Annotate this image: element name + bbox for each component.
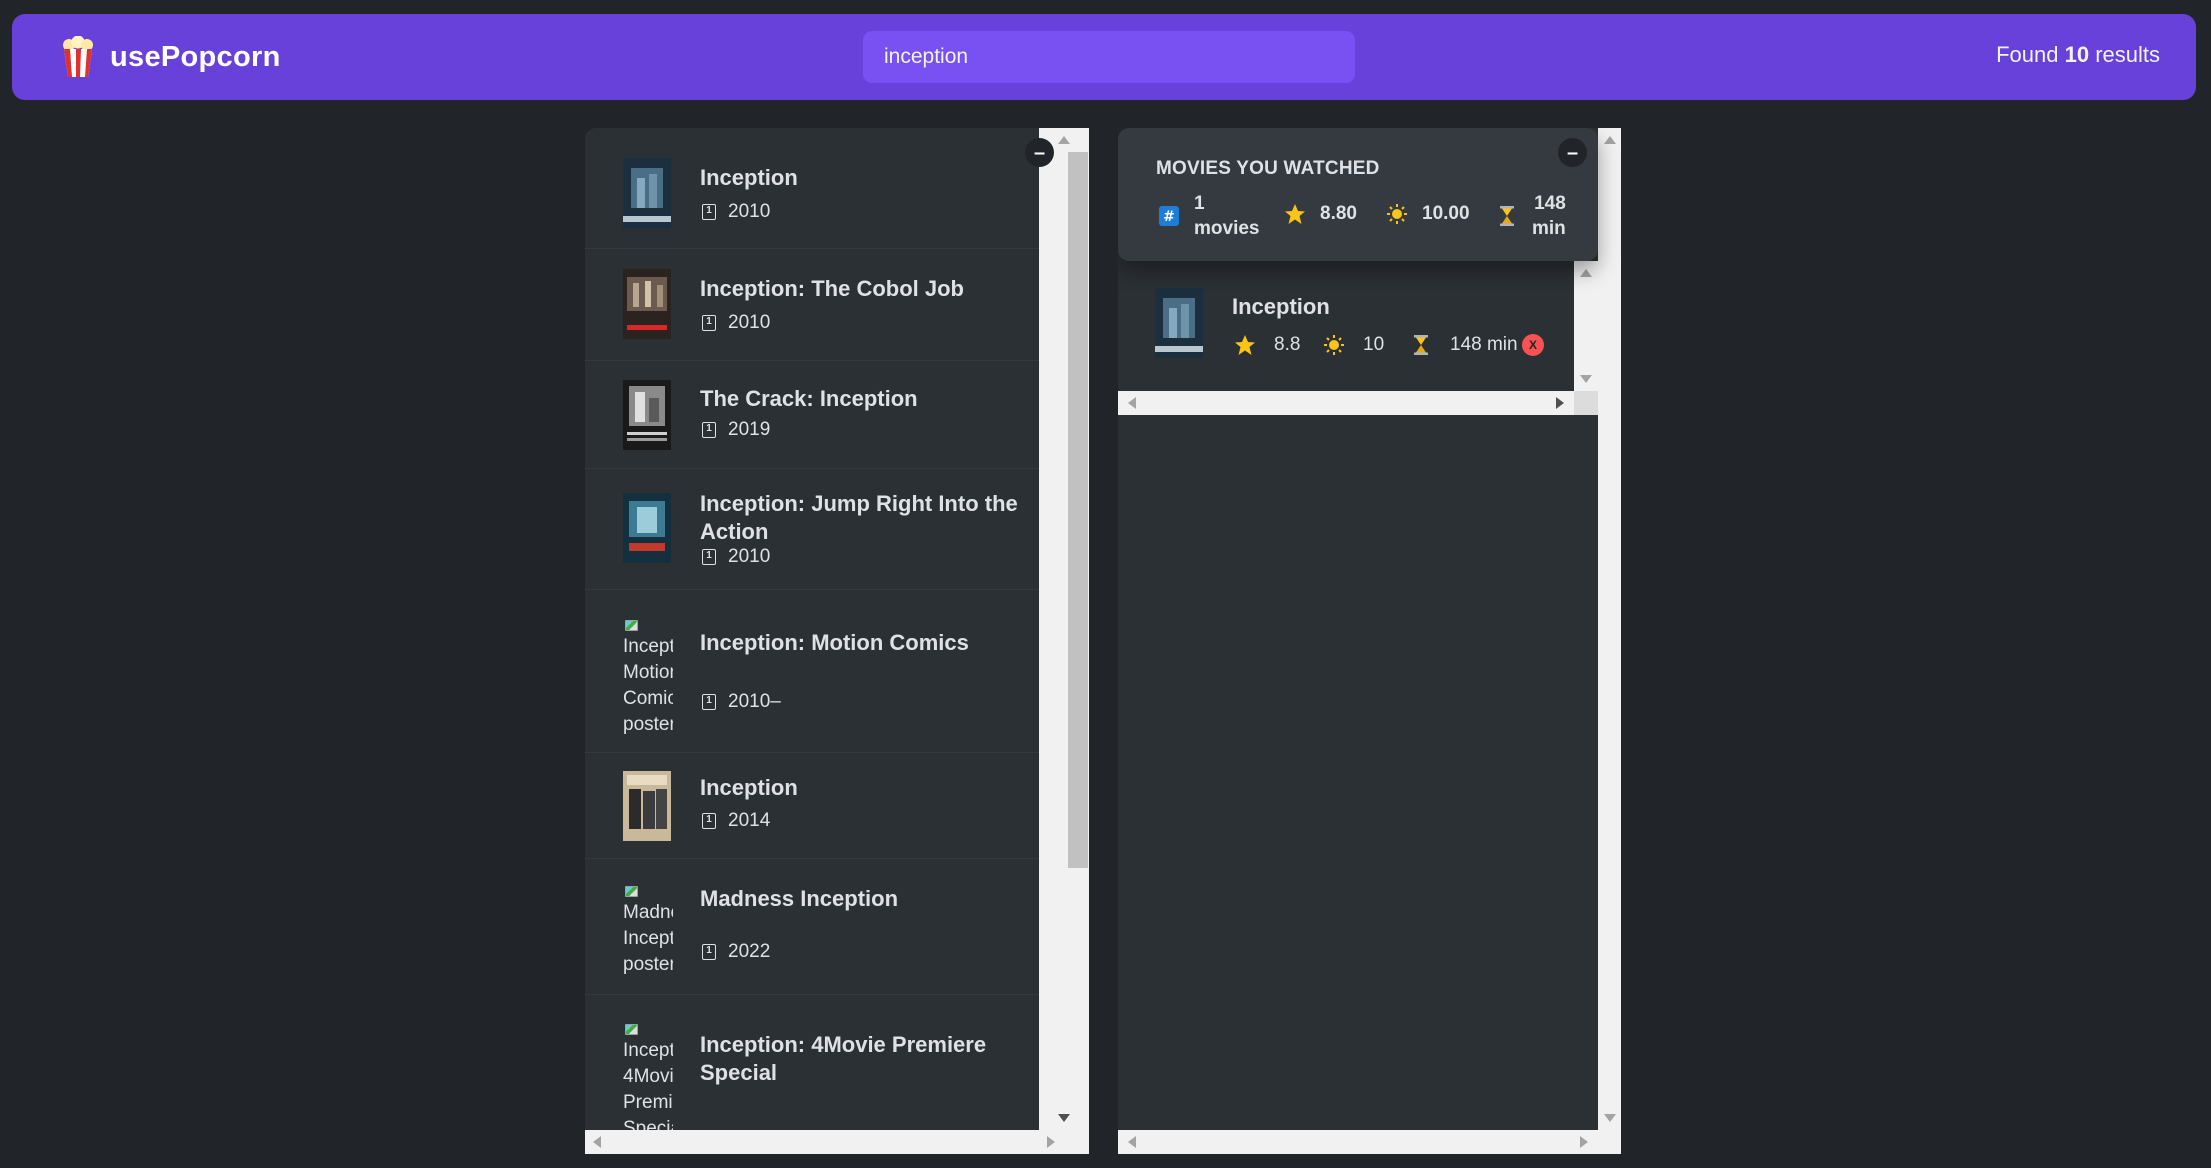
- stat-num-movies: # 1 movies: [1158, 191, 1259, 241]
- calendar-icon: 1: [702, 813, 716, 829]
- watched-box: MOVIES YOU WATCHED # 1 movies 8.80 10.00 …: [1118, 128, 1621, 1154]
- scroll-right-arrow-icon[interactable]: [1556, 397, 1564, 409]
- movie-poster: [623, 493, 671, 563]
- movie-title: Inception: [1232, 294, 1330, 319]
- movie-year: 1 2010–: [702, 691, 781, 713]
- movie-year: 1 2010: [702, 312, 770, 334]
- scroll-down-arrow-icon[interactable]: [1604, 1114, 1616, 1122]
- movie-title: The Crack: Inception: [700, 386, 918, 411]
- calendar-icon: 1: [702, 944, 716, 960]
- sun-icon: [1324, 335, 1344, 355]
- scrollbar-corner: [1598, 1130, 1621, 1154]
- movie-poster: [623, 771, 671, 841]
- vertical-scrollbar[interactable]: [1598, 128, 1621, 1130]
- toggle-button[interactable]: –: [1025, 138, 1054, 167]
- list-item[interactable]: Inception 1 2010: [585, 128, 1039, 249]
- watched-user-rating: 10: [1323, 334, 1384, 356]
- logo: usePopcorn: [60, 36, 281, 78]
- broken-poster: Inception: Motion Comics poster: [623, 608, 673, 738]
- poster-image: [623, 158, 671, 228]
- movie-year: 1 2010: [702, 546, 770, 568]
- scroll-up-arrow-icon[interactable]: [1604, 136, 1616, 144]
- list-item[interactable]: The Crack: Inception 1 2019: [585, 361, 1039, 469]
- broken-image-icon: [625, 1024, 638, 1035]
- watched-list-horizontal-scrollbar[interactable]: [1118, 391, 1574, 415]
- list-item[interactable]: Inception: Motion Comics poster Inceptio…: [585, 590, 1039, 753]
- results-count: Found 10 results: [1996, 42, 2160, 67]
- movie-poster: [623, 158, 671, 228]
- movie-list: Inception 1 2010 Inception: The Cobol Job…: [585, 128, 1039, 1154]
- star-icon: [1285, 204, 1305, 224]
- movie-year: 1 2019: [702, 419, 770, 441]
- broken-image-icon: [625, 886, 638, 897]
- poster-image: [623, 269, 671, 339]
- hash-icon: #: [1159, 206, 1179, 226]
- app-title: usePopcorn: [110, 40, 281, 73]
- watched-runtime: 148 min: [1410, 334, 1518, 356]
- svg-text:#: #: [1163, 209, 1175, 225]
- movie-year: 1 2014: [702, 810, 770, 832]
- poster-image: [623, 771, 671, 841]
- movie-poster: [623, 269, 671, 339]
- watched-summary: MOVIES YOU WATCHED # 1 movies 8.80 10.00 …: [1118, 128, 1598, 261]
- stat-avg-runtime: 148 min: [1496, 191, 1566, 241]
- popcorn-icon: [63, 36, 93, 77]
- list-item[interactable]: Madness Inception poster Madness Incepti…: [585, 859, 1039, 995]
- scroll-left-arrow-icon[interactable]: [1128, 397, 1136, 409]
- movie-title: Inception: [700, 775, 798, 800]
- scroll-left-arrow-icon[interactable]: [1128, 1136, 1136, 1148]
- movie-title: Inception: Jump Right Into the Action: [700, 491, 1018, 544]
- stat-avg-imdb: 8.80: [1284, 203, 1357, 225]
- star-icon: [1235, 335, 1255, 355]
- watched-list-vertical-scrollbar[interactable]: [1574, 261, 1598, 391]
- movie-title: Inception: Motion Comics: [700, 630, 969, 655]
- broken-image-icon: [625, 620, 638, 631]
- calendar-icon: 1: [702, 694, 716, 710]
- poster-image: [1155, 288, 1203, 358]
- list-item[interactable]: Inception: Jump Right Into the Action 12…: [585, 469, 1039, 590]
- movie-year: 1 2010: [702, 201, 770, 223]
- search-results-box: Inception 1 2010 Inception: The Cobol Job…: [585, 128, 1089, 1154]
- hourglass-icon: [1414, 335, 1428, 355]
- summary-title: MOVIES YOU WATCHED: [1156, 158, 1380, 179]
- navbar: usePopcorn Found 10 results: [12, 14, 2196, 100]
- list-item[interactable]: Inception: The Cobol Job 1 2010: [585, 249, 1039, 361]
- scroll-up-arrow-icon[interactable]: [1580, 269, 1592, 277]
- calendar-icon: 1: [702, 315, 716, 331]
- scroll-down-arrow-icon[interactable]: [1580, 375, 1592, 383]
- scroll-down-arrow-icon[interactable]: [1058, 1114, 1070, 1122]
- movie-title: Inception: The Cobol Job: [700, 276, 964, 301]
- scrollbar-thumb[interactable]: [1068, 152, 1088, 868]
- scroll-right-arrow-icon[interactable]: [1580, 1136, 1588, 1148]
- movie-title: Inception: [700, 165, 798, 190]
- movie-poster: [1155, 288, 1203, 358]
- scrollbar-corner: [1574, 391, 1598, 415]
- watched-list-item[interactable]: Inception 8.8 10 148 min X: [1118, 261, 1574, 391]
- calendar-icon: 1: [702, 422, 716, 438]
- scroll-right-arrow-icon[interactable]: [1047, 1136, 1055, 1148]
- poster-image: [623, 493, 671, 563]
- list-item[interactable]: Inception 1 2014: [585, 753, 1039, 859]
- scroll-left-arrow-icon[interactable]: [593, 1136, 601, 1148]
- horizontal-scrollbar[interactable]: [1118, 1130, 1598, 1154]
- toggle-button[interactable]: –: [1558, 138, 1587, 167]
- horizontal-scrollbar[interactable]: [585, 1130, 1089, 1154]
- vertical-scrollbar[interactable]: [1039, 128, 1089, 1130]
- calendar-icon: 1: [702, 204, 716, 220]
- movie-year: 1 2022: [702, 941, 770, 963]
- watched-imdb-rating: 8.8: [1234, 334, 1300, 356]
- movie-title: Madness Inception: [700, 886, 899, 911]
- movie-title: Inception: 4Movie Premiere Special: [700, 1032, 987, 1085]
- calendar-icon: 1: [702, 549, 716, 565]
- stat-avg-user: 10.00: [1386, 203, 1470, 225]
- poster-image: [623, 380, 671, 450]
- hourglass-icon: [1500, 206, 1514, 226]
- sun-icon: [1387, 204, 1407, 224]
- search-input[interactable]: [863, 31, 1355, 83]
- scroll-up-arrow-icon[interactable]: [1058, 136, 1070, 144]
- delete-watched-button[interactable]: X: [1522, 334, 1544, 356]
- broken-poster: Madness Inception poster: [623, 874, 673, 978]
- movie-poster: [623, 380, 671, 450]
